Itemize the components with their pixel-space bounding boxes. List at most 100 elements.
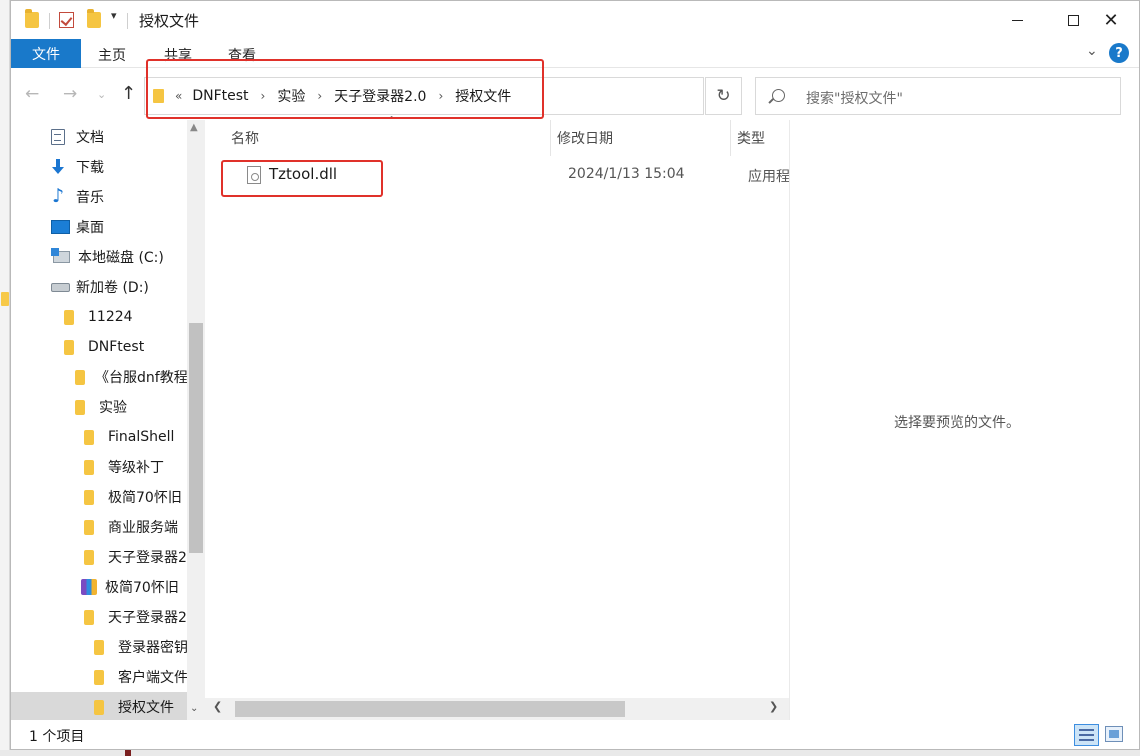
dll-file-icon [247,166,261,184]
details-view-button[interactable] [1074,724,1099,746]
large-icons-view-button[interactable] [1105,726,1123,742]
scroll-down-icon[interactable]: ⌄ [190,703,198,714]
refresh-button[interactable]: ↻ [705,77,742,115]
back-arrow-icon[interactable]: ← [25,84,39,104]
breadcrumb-chevron-icon[interactable]: › [261,89,266,103]
folder-icon [84,519,94,535]
nav-item-label: 极简70怀旧 [108,490,182,506]
nav-item-label: 天子登录器2 [108,610,187,626]
folder-icon [75,399,85,415]
nav-item-folder[interactable]: 等级补丁 [11,452,187,482]
tab-home[interactable]: 主页 [98,45,126,65]
column-header-modified[interactable]: 修改日期 [557,120,613,156]
nav-item-folder[interactable]: DNFtest [11,332,187,362]
nav-item-label: 新加卷 (D:) [76,280,149,296]
taskbar-edge [0,750,1140,756]
nav-item-folder[interactable]: 极简70怀旧 [11,482,187,512]
download-arrow-icon [51,159,65,175]
refresh-icon: ↻ [716,86,731,106]
breadcrumb-chevron-icon[interactable]: › [438,89,443,103]
help-icon[interactable]: ? [1109,43,1129,63]
nav-item-label: 商业服务端 [108,520,178,536]
nav-item-label: 音乐 [76,190,104,206]
sort-ascending-icon: ⌃ [387,114,397,127]
nav-item-documents[interactable]: 文档 [11,122,187,152]
folder-icon [94,669,104,685]
expand-ribbon-chevron-icon[interactable]: ⌄ [1086,43,1098,59]
nav-item-folder[interactable]: 《台服dnf教程 [11,362,187,392]
nav-item-desktop[interactable]: 桌面 [11,212,187,242]
folder-icon [84,549,94,565]
properties-check-icon[interactable] [59,12,74,28]
column-divider[interactable] [730,120,731,156]
divider [127,13,128,29]
minimize-button[interactable] [989,1,1045,39]
horizontal-scrollbar[interactable]: ❮ ❯ [205,698,789,720]
column-header-name[interactable]: 名称 [231,120,259,156]
tab-view[interactable]: 查看 [228,45,256,65]
breadcrumb-item[interactable]: 授权文件 [455,86,511,106]
search-icon [772,89,785,102]
nav-item-folder[interactable]: 登录器密钥 [11,632,187,662]
tab-share[interactable]: 共享 [164,45,192,65]
nav-item-music[interactable]: 音乐 [11,182,187,212]
scroll-up-icon[interactable]: ▲ [190,122,198,133]
nav-item-archive[interactable]: 极简70怀旧 [11,572,187,602]
close-button[interactable]: ✕ [1083,1,1139,39]
preview-message: 选择要预览的文件。 [894,415,1020,431]
folder-icon [94,699,104,715]
file-row[interactable]: Tztool.dll 2024/1/13 15:04 应用程序扩展 [233,160,801,192]
breadcrumb-item[interactable]: 实验 [277,86,305,106]
nav-item-drive-d[interactable]: 新加卷 (D:) [11,272,187,302]
search-box[interactable]: 搜索"授权文件" [755,77,1121,115]
nav-item-label: 桌面 [76,220,104,236]
horizontal-scrollbar-thumb[interactable] [235,701,625,717]
up-arrow-icon[interactable]: ↑ [121,83,136,104]
search-input[interactable]: 搜索"授权文件" [806,88,903,108]
address-bar[interactable]: « DNFtest › 实验 › 天子登录器2.0 › 授权文件 ⌄ [144,77,819,115]
recent-locations-chevron-icon[interactable]: ⌄ [97,88,106,101]
breadcrumb-item[interactable]: 天子登录器2.0 [334,86,426,106]
nav-item-folder[interactable]: 客户端文件 [11,662,187,692]
background-window-edge [0,0,10,756]
customize-quick-access-chevron-icon[interactable]: ▾ [111,9,117,22]
nav-item-label: 登录器密钥 [118,640,187,656]
scroll-right-icon[interactable]: ❯ [769,700,778,713]
nav-item-selected-folder[interactable]: 授权文件 [11,692,187,720]
column-divider[interactable] [550,120,551,156]
file-name[interactable]: Tztool.dll [269,165,337,183]
folder-icon [84,429,94,445]
nav-item-folder[interactable]: 实验 [11,392,187,422]
nav-item-downloads[interactable]: 下载 [11,152,187,182]
nav-item-folder[interactable]: 天子登录器2 [11,602,187,632]
details-view-icon [1079,734,1094,736]
close-icon: ✕ [1103,9,1119,31]
nav-item-folder[interactable]: 11224 [11,302,187,332]
tab-file[interactable]: 文件 [11,39,81,68]
nav-item-label: 等级补丁 [108,460,164,476]
nav-item-folder[interactable]: 商业服务端 [11,512,187,542]
archive-icon [81,579,97,595]
folder-icon [94,639,104,655]
folder-icon [84,609,94,625]
nav-item-folder[interactable]: FinalShell [11,422,187,452]
nav-item-drive-c[interactable]: 本地磁盘 (C:) [11,242,187,272]
bg-folder-icon [1,292,9,306]
breadcrumb-chevron-icon[interactable]: › [317,89,322,103]
nav-item-label: 实验 [99,400,127,416]
nav-item-label: 客户端文件 [118,670,187,686]
folder-icon [75,369,85,385]
breadcrumb-overflow-icon[interactable]: « [175,89,182,103]
nav-scrollbar-thumb[interactable] [189,323,203,553]
breadcrumb-item[interactable]: DNFtest [192,88,248,104]
new-folder-icon[interactable] [87,9,101,28]
scroll-left-icon[interactable]: ❮ [213,700,222,713]
navigation-bar: ← → ⌄ ↑ « DNFtest › 实验 › 天子登录器2.0 › 授权文件… [11,68,1139,120]
forward-arrow-icon[interactable]: → [63,84,77,104]
file-explorer-window: ▾ 授权文件 ✕ 文件 主页 共享 查看 ⌄ ? ← → ⌄ ↑ « DNFte… [10,0,1140,750]
nav-item-label: 下载 [76,160,104,176]
details-view-icon [1079,739,1094,741]
column-header-type[interactable]: 类型 [737,120,765,156]
desktop-icon [51,220,70,234]
nav-item-folder[interactable]: 天子登录器2 [11,542,187,572]
